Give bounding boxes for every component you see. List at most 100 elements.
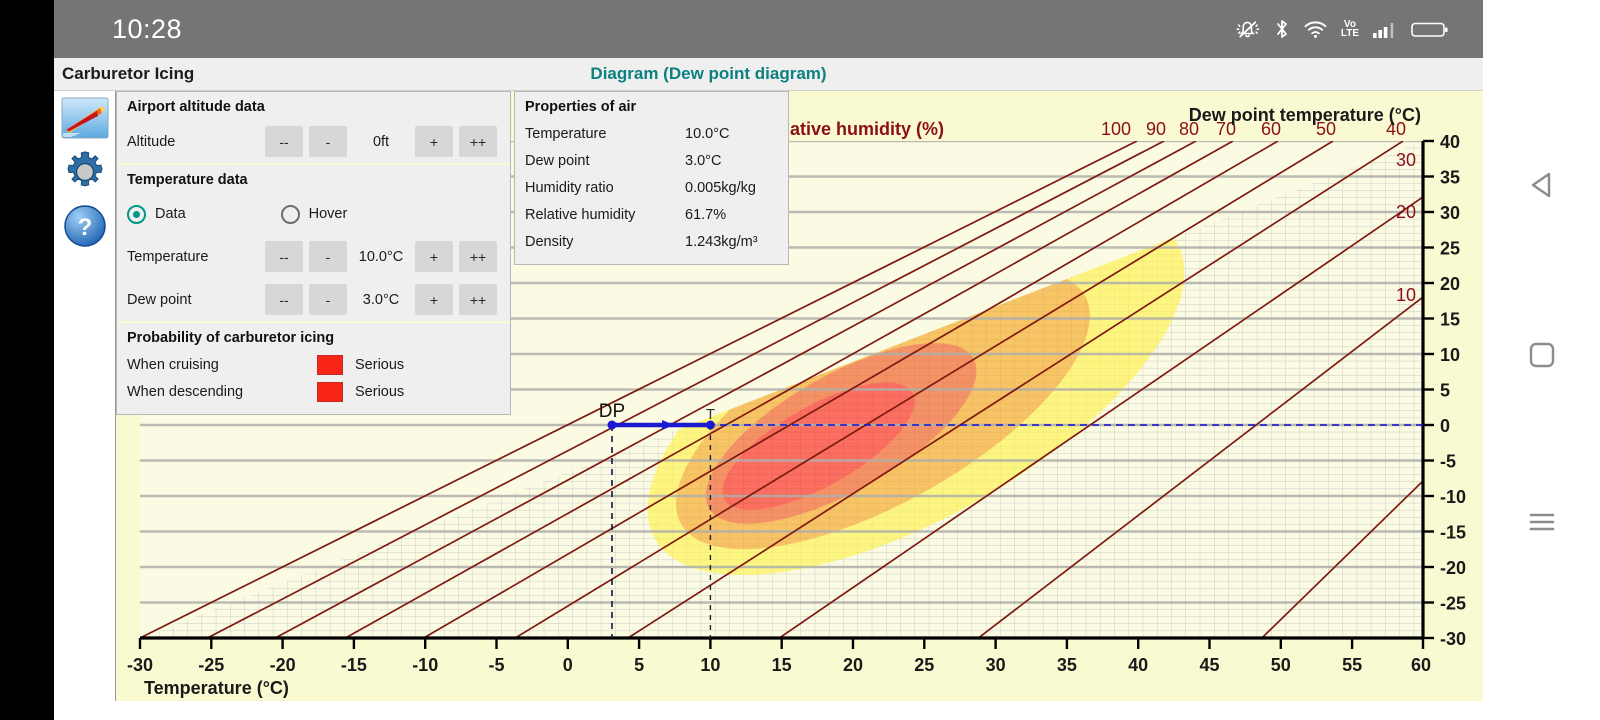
- rh-label-30: 30: [1396, 150, 1416, 170]
- panel-probability: Probability of carburetor icing When cru…: [117, 323, 510, 414]
- svg-text:40: 40: [1128, 655, 1148, 675]
- svg-text:-10: -10: [1440, 487, 1466, 507]
- rh-label-10: 10: [1396, 285, 1416, 305]
- phone-surface: 10:28: [54, 0, 1483, 720]
- marker-label-dp: DP: [599, 401, 625, 422]
- svg-text:5: 5: [634, 655, 644, 675]
- svg-text:35: 35: [1440, 168, 1460, 188]
- chart-area: 40 35 30 25 20 15 10 5 0 -5 -10 -15 -20 …: [115, 91, 1483, 701]
- sidebar-item-settings[interactable]: [54, 145, 115, 199]
- y-axis-label: Dew point temperature (°C): [1189, 105, 1421, 125]
- radio-hover-indicator: [281, 205, 300, 224]
- dew-point-increment[interactable]: +: [415, 284, 453, 315]
- svg-text:-5: -5: [488, 655, 504, 675]
- property-key-density: Density: [525, 234, 685, 250]
- sidebar-rail: ?: [54, 91, 115, 701]
- svg-text:5: 5: [1440, 381, 1450, 401]
- rh-label-20: 20: [1396, 202, 1416, 222]
- svg-text:-30: -30: [1440, 629, 1466, 649]
- temperature-increment[interactable]: +: [415, 241, 453, 272]
- svg-text:-20: -20: [1440, 558, 1466, 578]
- probability-section-title: Probability of carburetor icing: [117, 323, 510, 351]
- bell-mute-icon: [1235, 17, 1261, 41]
- dew-point-value: 3.0°C: [350, 292, 412, 308]
- altitude-row: Altitude -- - 0ft + ++: [117, 120, 510, 163]
- volte-icon: Vo LTE: [1341, 20, 1359, 39]
- x-axis-label: Temperature (°C): [144, 678, 289, 698]
- nav-back-button[interactable]: [1483, 155, 1600, 215]
- screen-root: 10:28: [0, 0, 1600, 720]
- svg-text:-20: -20: [270, 655, 296, 675]
- diagram-icon: [61, 97, 109, 139]
- dew-point-label: Dew point: [127, 292, 191, 308]
- svg-text:20: 20: [1440, 274, 1460, 294]
- property-value-density: 1.243kg/m³: [685, 234, 758, 250]
- svg-text:20: 20: [843, 655, 863, 675]
- property-row-relative-humidity: Relative humidity 61.7%: [515, 201, 788, 228]
- sidebar-item-diagram[interactable]: [54, 91, 115, 145]
- panel-airport-altitude: Airport altitude data Altitude -- - 0ft …: [117, 92, 510, 163]
- bluetooth-icon: [1274, 17, 1290, 41]
- altitude-value: 0ft: [350, 134, 412, 150]
- wifi-icon: [1303, 17, 1328, 41]
- left-panel-stack: Airport altitude data Altitude -- - 0ft …: [116, 91, 511, 415]
- status-clock: 10:28: [112, 14, 182, 45]
- altitude-section-title: Airport altitude data: [117, 92, 510, 120]
- status-bar: 10:28: [54, 0, 1483, 58]
- android-nav-bar: [1483, 0, 1600, 720]
- temperature-decrement-large[interactable]: --: [265, 241, 303, 272]
- dew-point-row: Dew point -- - 3.0°C + ++: [117, 278, 510, 321]
- temperature-stepper: -- - 10.0°C + ++: [262, 241, 500, 272]
- altitude-label: Altitude: [127, 134, 175, 150]
- svg-text:10: 10: [700, 655, 720, 675]
- sidebar-item-help[interactable]: ?: [54, 199, 115, 253]
- nav-home-button[interactable]: [1483, 325, 1600, 385]
- panel-properties-of-air: Properties of air Temperature 10.0°C Dew…: [514, 91, 789, 265]
- cruising-status-text: Serious: [355, 357, 404, 373]
- battery-icon: [1411, 17, 1449, 41]
- temperature-decrement[interactable]: -: [309, 241, 347, 272]
- svg-text:-5: -5: [1440, 452, 1456, 472]
- dew-point-decrement[interactable]: -: [309, 284, 347, 315]
- radio-option-data[interactable]: Data: [127, 205, 186, 224]
- cruising-label: When cruising: [127, 357, 317, 373]
- altitude-decrement[interactable]: -: [309, 126, 347, 157]
- svg-text:-25: -25: [198, 655, 224, 675]
- temperature-increment-large[interactable]: ++: [459, 241, 497, 272]
- dew-point-decrement-large[interactable]: --: [265, 284, 303, 315]
- descending-status-swatch: [317, 382, 343, 402]
- svg-text:30: 30: [1440, 203, 1460, 223]
- altitude-increment-large[interactable]: ++: [459, 126, 497, 157]
- property-key-dew-point: Dew point: [525, 153, 685, 169]
- property-row-dew-point: Dew point 3.0°C: [515, 147, 788, 174]
- property-key-temperature: Temperature: [525, 126, 685, 142]
- property-value-temperature: 10.0°C: [685, 126, 730, 142]
- svg-text:-25: -25: [1440, 594, 1466, 614]
- status-icons: Vo LTE: [1235, 17, 1449, 41]
- temperature-value: 10.0°C: [350, 249, 412, 265]
- svg-text:15: 15: [772, 655, 792, 675]
- property-value-dew-point: 3.0°C: [685, 153, 721, 169]
- home-square-icon: [1527, 340, 1557, 370]
- dew-point-increment-large[interactable]: ++: [459, 284, 497, 315]
- radio-data-indicator: [127, 205, 146, 224]
- radio-hover-label: Hover: [309, 206, 348, 222]
- svg-text:45: 45: [1199, 655, 1219, 675]
- svg-text:0: 0: [563, 655, 573, 675]
- signal-bars-icon: [1372, 17, 1398, 41]
- property-value-relative-humidity: 61.7%: [685, 207, 726, 223]
- svg-text:25: 25: [914, 655, 934, 675]
- property-key-relative-humidity: Relative humidity: [525, 207, 685, 223]
- nav-recents-button[interactable]: [1483, 492, 1600, 552]
- svg-text:30: 30: [986, 655, 1006, 675]
- dew-point-stepper: -- - 3.0°C + ++: [262, 284, 500, 315]
- property-key-humidity-ratio: Humidity ratio: [525, 180, 685, 196]
- mode-radio-group: Data Hover: [117, 193, 510, 235]
- temperature-row: Temperature -- - 10.0°C + ++: [117, 235, 510, 278]
- altitude-decrement-large[interactable]: --: [265, 126, 303, 157]
- property-row-temperature: Temperature 10.0°C: [515, 120, 788, 147]
- rh-label-90: 90: [1146, 119, 1166, 139]
- radio-option-hover[interactable]: Hover: [281, 205, 348, 224]
- svg-text:10: 10: [1440, 345, 1460, 365]
- altitude-increment[interactable]: +: [415, 126, 453, 157]
